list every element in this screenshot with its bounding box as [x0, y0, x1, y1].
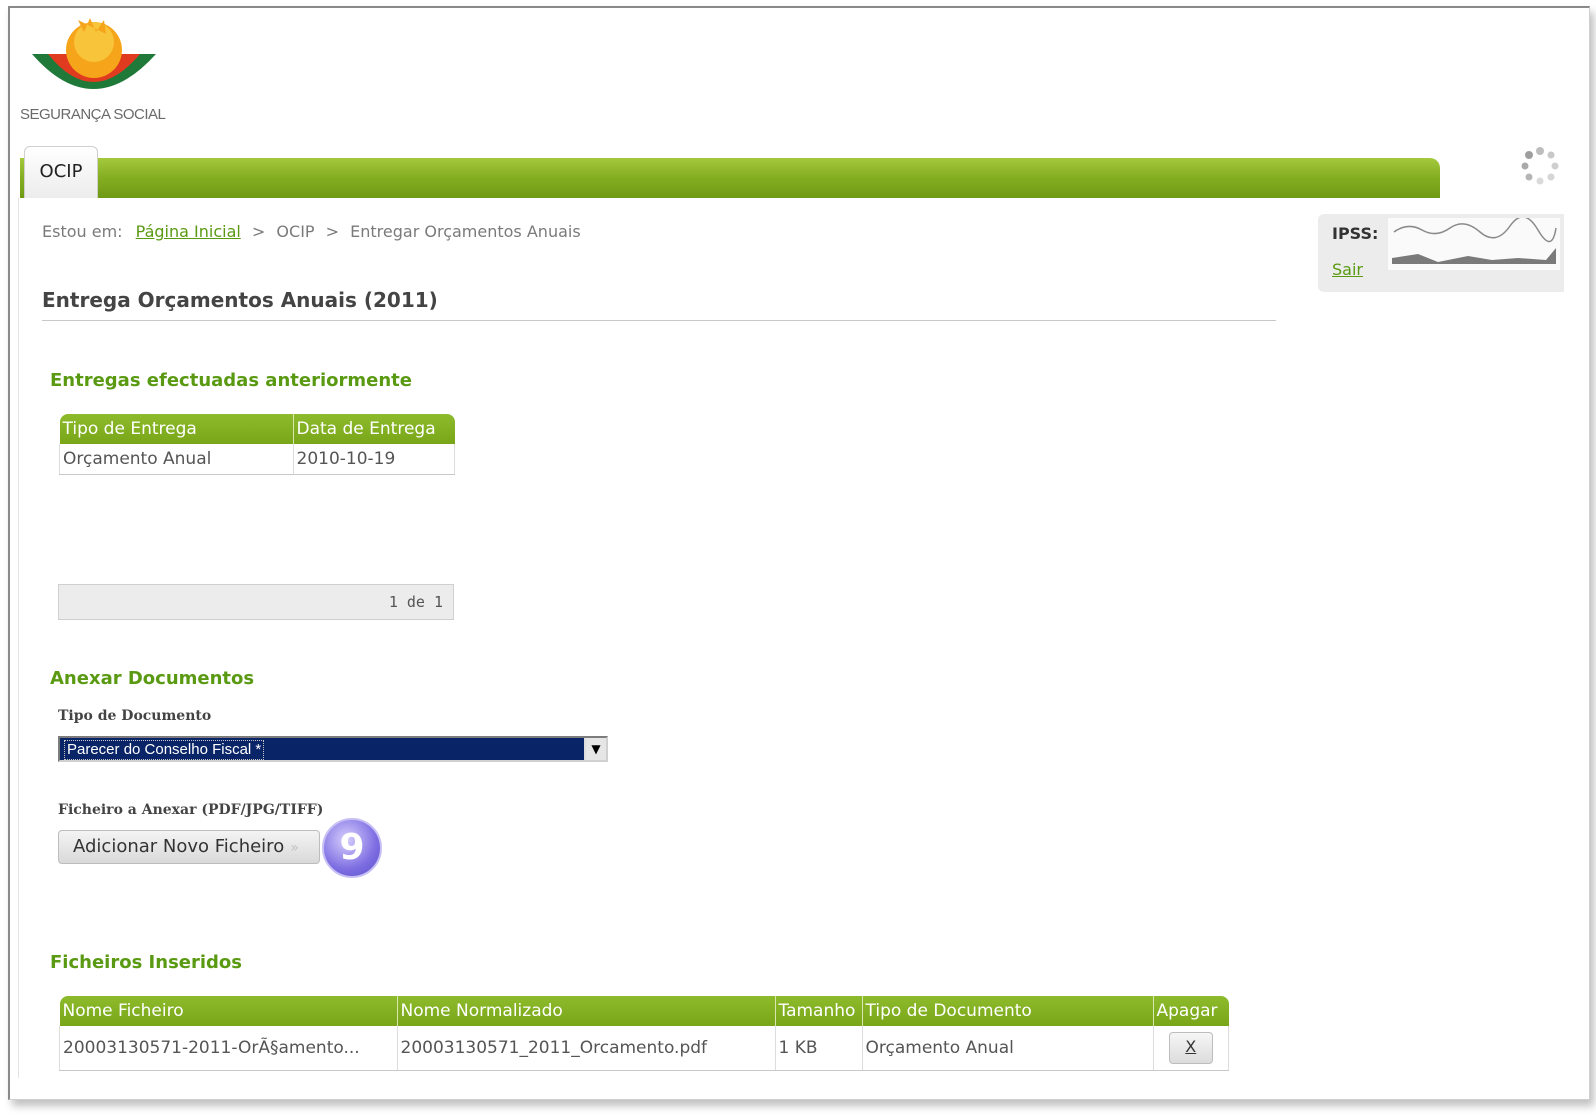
delete-file-button[interactable]: X	[1168, 1031, 1213, 1064]
table-row: 20003130571-2011-OrÃ§amento... 200031305…	[59, 1026, 1229, 1071]
page-title: Entrega Orçamentos Anuais (2011)	[42, 288, 438, 312]
ipss-label: IPSS:	[1332, 224, 1379, 243]
attach-documents-heading: Anexar Documentos	[50, 668, 255, 689]
loading-spinner-icon	[1520, 146, 1560, 186]
pagination: 1 de 1	[58, 584, 454, 620]
doc-type-cell: Orçamento Anual	[862, 1026, 1154, 1071]
ipss-name-redacted	[1388, 216, 1560, 270]
size-cell: 1 KB	[775, 1026, 863, 1071]
column-header: Tipo de Entrega	[59, 414, 294, 444]
breadcrumb-separator: >	[325, 222, 340, 241]
chevron-right-icon: »	[290, 840, 299, 856]
table-cell: 2010-10-19	[293, 444, 455, 475]
previous-deliveries-table: Tipo de Entrega Data de Entrega Orçament…	[59, 414, 455, 475]
delete-cell: X	[1153, 1026, 1229, 1071]
seguranca-social-logo: SEGURANÇA SOCIAL	[18, 14, 178, 134]
breadcrumb-separator: >	[251, 222, 266, 241]
breadcrumb: Estou em: Página Inicial > OCIP > Entreg…	[42, 222, 581, 241]
column-header: Tipo de Documento	[862, 996, 1154, 1026]
title-divider	[42, 320, 1276, 321]
doc-type-select[interactable]: Parecer do Conselho Fiscal * ▼	[58, 736, 608, 762]
tab-ocip[interactable]: OCIP	[24, 146, 98, 198]
chevron-down-icon[interactable]: ▼	[584, 738, 606, 760]
table-header-row: Tipo de Entrega Data de Entrega	[59, 414, 455, 444]
sun-logo-icon	[32, 18, 156, 89]
user-info-panel: IPSS: Sair	[1318, 214, 1564, 292]
file-attach-label: Ficheiro a Anexar (PDF/JPG/TIFF)	[58, 802, 324, 818]
normalized-name-cell: 20003130571_2011_Orcamento.pdf	[397, 1026, 776, 1071]
breadcrumb-home-link[interactable]: Página Inicial	[136, 222, 241, 241]
step-number-badge: 9	[322, 818, 382, 878]
table-header-row: Nome Ficheiro Nome Normalizado Tamanho T…	[59, 996, 1229, 1026]
table-row: Orçamento Anual 2010-10-19	[59, 444, 455, 475]
breadcrumb-item-current: Entregar Orçamentos Anuais	[350, 222, 581, 241]
table-cell: Orçamento Anual	[59, 444, 294, 475]
main-nav-bar	[20, 158, 1440, 198]
doc-type-selected-value: Parecer do Conselho Fiscal *	[64, 740, 265, 760]
add-new-file-button[interactable]: Adicionar Novo Ficheiro »	[58, 830, 320, 864]
column-header: Nome Normalizado	[397, 996, 776, 1026]
column-header: Nome Ficheiro	[59, 996, 398, 1026]
file-name-cell: 20003130571-2011-OrÃ§amento...	[59, 1026, 398, 1071]
content-area	[18, 198, 1566, 1078]
column-header: Tamanho	[775, 996, 863, 1026]
breadcrumb-item-ocip: OCIP	[276, 222, 315, 241]
inserted-files-heading: Ficheiros Inseridos	[50, 952, 242, 973]
add-new-file-label: Adicionar Novo Ficheiro	[73, 836, 285, 857]
previous-deliveries-heading: Entregas efectuadas anteriormente	[50, 370, 412, 391]
inserted-files-table: Nome Ficheiro Nome Normalizado Tamanho T…	[59, 996, 1229, 1071]
column-header: Data de Entrega	[293, 414, 455, 444]
column-header: Apagar	[1153, 996, 1229, 1026]
breadcrumb-prefix: Estou em:	[42, 222, 123, 241]
doc-type-label: Tipo de Documento	[58, 708, 212, 724]
logout-link[interactable]: Sair	[1332, 260, 1363, 279]
logo-text: SEGURANÇA SOCIAL	[20, 106, 166, 123]
